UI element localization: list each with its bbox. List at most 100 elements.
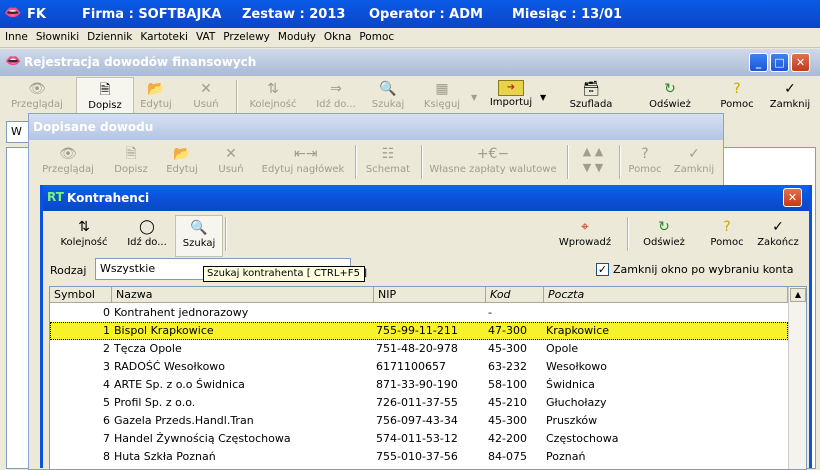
dop-zamknij-button[interactable]: ✓ Zamknij xyxy=(671,142,717,184)
zestaw-label: Zestaw : 2013 xyxy=(242,7,346,22)
cell-kod: 84-075 xyxy=(488,450,527,463)
minimize-button[interactable]: _ xyxy=(749,53,768,72)
k-idz-do-button[interactable]: ◯ Idź do... xyxy=(119,215,175,257)
window-dopisanie-titlebar: Dopisane dowodu xyxy=(29,114,723,140)
zakoncz-button[interactable]: ✓ Zakończ xyxy=(751,215,805,257)
table-row[interactable]: 1 Bispol Krapkowice 755-99-11-211 47-300 Kra… xyxy=(50,322,788,340)
kontrahenci-grid: Symbol Nazwa NIP Kod Poczta ▲ 0 Kontrahen… xyxy=(49,286,807,470)
column-header-kod[interactable]: Kod xyxy=(486,287,544,303)
cell-nip: 726-011-37-55 xyxy=(376,396,458,409)
importuj-dropdown-icon[interactable]: ▼ xyxy=(540,93,546,102)
grid-scrollbar[interactable]: ▲ xyxy=(788,287,806,469)
ksieguj-dropdown-icon[interactable]: ▼ xyxy=(471,93,477,102)
menu-kartoteki[interactable]: Kartoteki xyxy=(135,28,191,43)
import-icon: ➜ xyxy=(498,80,524,96)
cell-nazwa: RADOŚĆ Wesołkowo xyxy=(114,360,226,373)
move-arrows[interactable]: ▲ ▲ ▼ ▼ xyxy=(573,144,613,186)
column-header-nazwa[interactable]: Nazwa xyxy=(112,287,374,303)
table-row[interactable]: 0 Kontrahent jednorazowy - xyxy=(50,304,788,322)
dop-przegladaj-button[interactable]: 👁 Przeglądaj xyxy=(35,142,101,184)
k-pomoc-button[interactable]: ? Pomoc xyxy=(705,215,749,257)
help-icon: ? xyxy=(641,146,649,162)
dop-pomoc-button[interactable]: ? Pomoc xyxy=(625,142,665,184)
cell-kod: 58-100 xyxy=(488,378,527,391)
column-header-nip[interactable]: NIP xyxy=(374,287,486,303)
window-icon: 👄 xyxy=(5,54,22,69)
k-szukaj-button[interactable]: 🔍 Szukaj xyxy=(175,215,223,257)
cell-poczta: Częstochowa xyxy=(546,432,619,445)
maximize-button[interactable]: □ xyxy=(770,53,789,72)
checkmark-icon: ✓ xyxy=(772,219,784,235)
cell-poczta: Krapkowice xyxy=(546,324,610,337)
window-dopisanie-title: Dopisane dowodu xyxy=(33,120,154,134)
cell-nip: 751-48-20-978 xyxy=(376,342,458,355)
kontrahenci-close-button[interactable]: ✕ xyxy=(783,188,802,207)
dowod-field[interactable]: W xyxy=(6,121,30,143)
menu-okna[interactable]: Okna xyxy=(319,28,354,43)
toolbar-separator xyxy=(567,145,569,179)
table-row[interactable]: 4 ARTE Sp. z o.o Świdnica 871-33-90-190 58-… xyxy=(50,376,788,394)
new-document-icon: 🗎 xyxy=(125,146,137,162)
search-icon: 🔍 xyxy=(190,220,208,236)
close-button[interactable]: ✕ xyxy=(791,53,810,72)
dop-usun-button[interactable]: ✕ Usuń xyxy=(209,142,253,184)
cell-symbol: 0 xyxy=(103,306,110,319)
table-row[interactable]: 6 Gazela Przeds.Handl.Tran 756-097-43-34 45… xyxy=(50,412,788,430)
cell-kod: 47-300 xyxy=(488,324,527,337)
dop-dopisz-button[interactable]: 🗎 Dopisz xyxy=(107,142,155,184)
zamknij-button[interactable]: ✓ Zamknij xyxy=(764,77,816,119)
cell-nip: 6171100657 xyxy=(376,360,446,373)
menu-pomoc[interactable]: Pomoc xyxy=(354,28,397,43)
folder-icon: 📂 xyxy=(173,146,191,162)
dop-edytuj-button[interactable]: 📂 Edytuj xyxy=(159,142,205,184)
drawer-icon: 🗃 xyxy=(582,81,600,97)
cell-nazwa: Huta Szkła Poznań xyxy=(114,450,216,463)
menu-przelewy[interactable]: Przelewy xyxy=(218,28,273,43)
window-rejestracja-title: Rejestracja dowodów finansowych xyxy=(24,55,257,69)
help-icon: ? xyxy=(723,219,731,235)
column-header-poczta[interactable]: Poczta xyxy=(544,287,788,303)
app-name: FK xyxy=(27,7,46,22)
menu-slowniki[interactable]: Słowniki xyxy=(31,28,82,43)
k-odswiez-button[interactable]: ↻ Odśwież xyxy=(635,215,693,257)
toolbar-separator xyxy=(236,80,238,114)
menu-vat[interactable]: VAT xyxy=(191,28,218,43)
cell-symbol: 2 xyxy=(103,342,110,355)
cell-kod: - xyxy=(488,306,492,319)
table-row[interactable]: 2 Tęcza Opole 751-48-20-978 45-300 Opole xyxy=(50,340,788,358)
schemat-button[interactable]: ☷ Schemat xyxy=(361,142,415,184)
table-row[interactable]: 8 Huta Szkła Poznań 755-010-37-56 84-075 Poz… xyxy=(50,448,788,466)
menu-moduly[interactable]: Moduły xyxy=(273,28,319,43)
window-rejestracja-titlebar: 👄 Rejestracja dowodów finansowych _ □ ✕ xyxy=(0,49,820,76)
toolbar-separator xyxy=(355,145,357,179)
cell-symbol: 5 xyxy=(103,396,110,409)
zamknij-okno-checkbox[interactable]: ✓ xyxy=(596,263,609,276)
cell-symbol: 3 xyxy=(103,360,110,373)
app-title-bar: 👄 FK Firma : SOFTBAJKA Zestaw : 2013 Ope… xyxy=(0,0,820,28)
menu-inne[interactable]: Inne xyxy=(0,28,31,43)
column-header-symbol[interactable]: Symbol xyxy=(50,287,112,303)
menu-dziennik[interactable]: Dziennik xyxy=(82,28,135,43)
table-row[interactable]: 3 RADOŚĆ Wesołkowo 6171100657 63-232 Wesołko… xyxy=(50,358,788,376)
cell-poczta: Poznań xyxy=(546,450,586,463)
cell-poczta: Głuchołazy xyxy=(546,396,607,409)
k-kolejnosc-button[interactable]: ⇅ Kolejność xyxy=(53,215,115,257)
cell-nazwa: Gazela Przeds.Handl.Tran xyxy=(114,414,254,427)
zamknij-okno-label: Zamknij okno po wybraniu konta xyxy=(613,263,794,276)
cell-nazwa: Tęcza Opole xyxy=(114,342,182,355)
checkmark-icon: ✓ xyxy=(688,146,700,162)
table-row[interactable]: 5 Profil Sp. z o.o. 726-011-37-55 45-210 Głu… xyxy=(50,394,788,412)
table-row[interactable]: 7 Handel Żywnością Częstochowa 574-011-53-… xyxy=(50,430,788,448)
cell-nip: 574-011-53-12 xyxy=(376,432,458,445)
edytuj-naglowek-button[interactable]: ⇤⇥ Edytuj nagłówek xyxy=(259,142,347,184)
eye-icon: 👁 xyxy=(28,81,46,97)
wprowadz-button[interactable]: ⌖ Wprowadź xyxy=(553,215,617,257)
rodzaj-label: Rodzaj xyxy=(50,264,87,277)
waluty-button[interactable]: +€− Własne zapłaty walutowe xyxy=(427,142,559,184)
window-kontrahenci-icon: RT xyxy=(47,190,64,204)
app-icon: 👄 xyxy=(4,5,22,21)
search-icon: 🔍 xyxy=(379,81,397,97)
cell-kod: 45-300 xyxy=(488,414,527,427)
cell-symbol: 1 xyxy=(103,324,110,337)
scroll-up-arrow-icon[interactable]: ▲ xyxy=(790,288,806,302)
